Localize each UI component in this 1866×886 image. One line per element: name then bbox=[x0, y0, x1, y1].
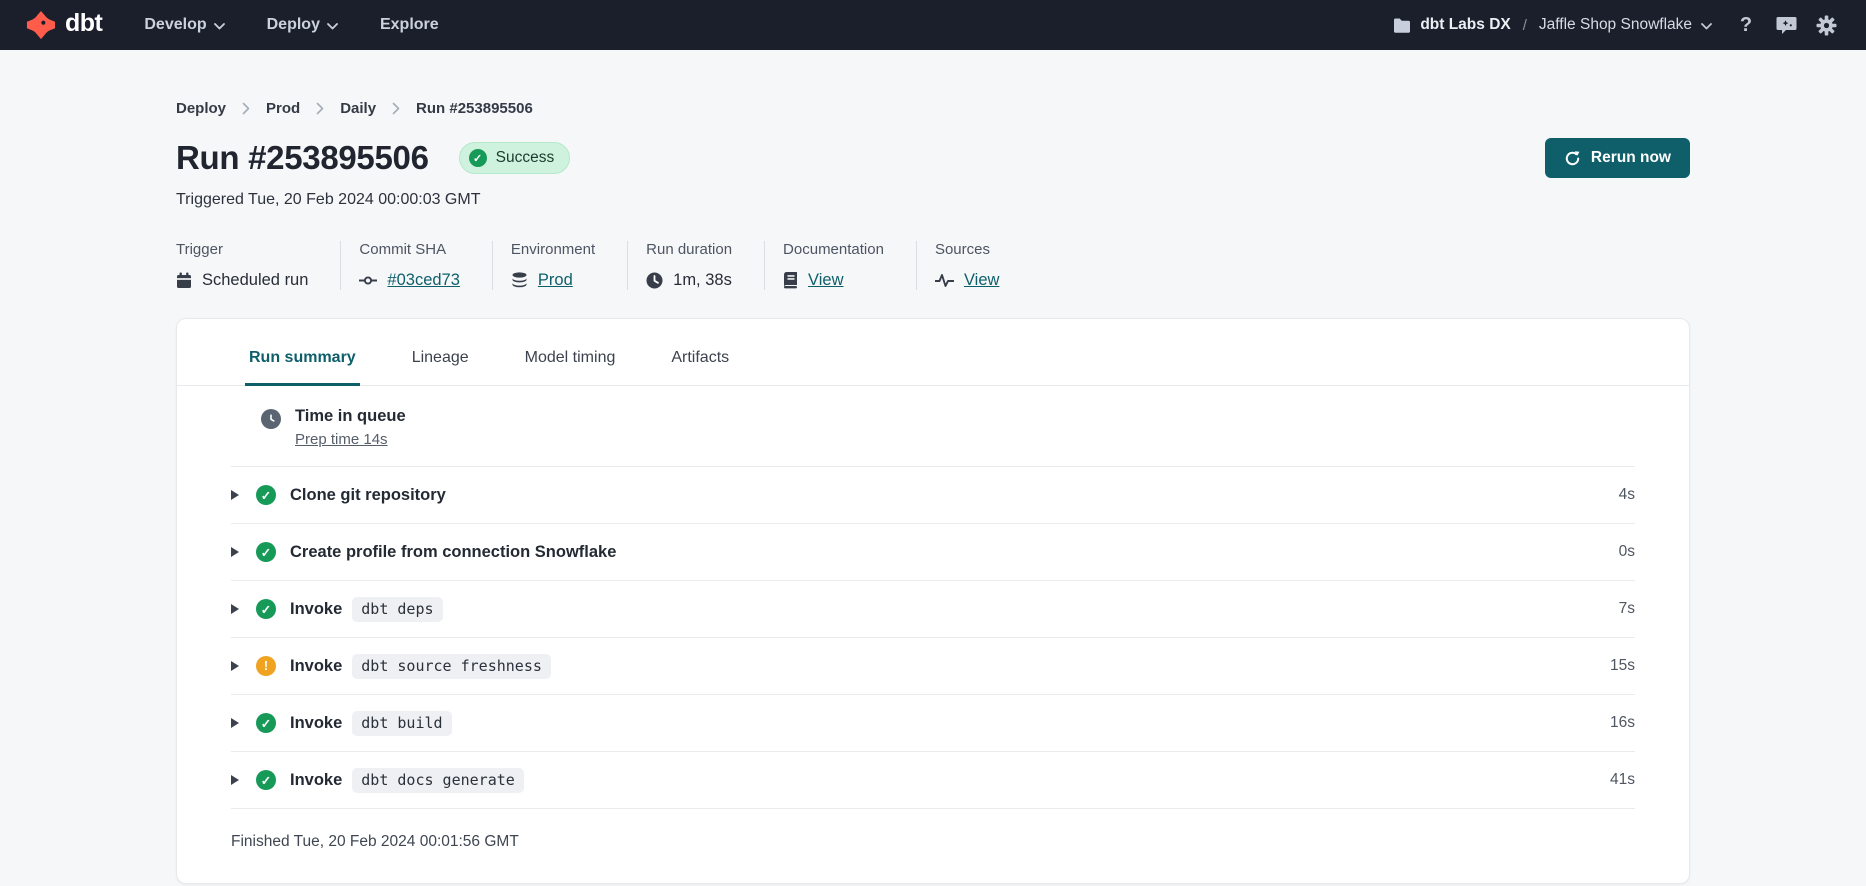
step-duration: 7s bbox=[1619, 600, 1635, 618]
trigger-value: Scheduled run bbox=[202, 271, 308, 290]
step-duration: 41s bbox=[1610, 771, 1635, 789]
run-summary-card: Run summary Lineage Model timing Artifac… bbox=[176, 318, 1690, 884]
chevron-right-icon bbox=[316, 102, 324, 115]
nav-develop[interactable]: Develop bbox=[144, 16, 224, 34]
command-chip: dbt build bbox=[352, 711, 451, 736]
database-icon bbox=[511, 272, 528, 289]
nav-deploy[interactable]: Deploy bbox=[267, 16, 338, 34]
environment-link[interactable]: Prod bbox=[538, 271, 573, 290]
status-badge: Success bbox=[459, 142, 571, 174]
gear-icon bbox=[1816, 15, 1837, 36]
help-button[interactable]: ? bbox=[1732, 11, 1760, 39]
breadcrumb-deploy[interactable]: Deploy bbox=[176, 100, 226, 117]
nav-right: dbt Labs DX / Jaffle Shop Snowflake ? bbox=[1393, 11, 1840, 39]
time-in-queue-row: Time in queue Prep time 14s bbox=[231, 386, 1635, 466]
expand-triangle-icon[interactable] bbox=[231, 490, 239, 500]
step-duration: 0s bbox=[1619, 543, 1635, 561]
chat-bubble-icon bbox=[1776, 16, 1797, 35]
status-icon bbox=[256, 485, 276, 505]
sources-view-link[interactable]: View bbox=[964, 271, 999, 290]
book-icon bbox=[783, 272, 798, 289]
prep-time-link[interactable]: Prep time 14s bbox=[295, 431, 388, 448]
pulse-icon bbox=[935, 273, 954, 288]
tab-lineage[interactable]: Lineage bbox=[408, 349, 473, 386]
status-icon bbox=[256, 542, 276, 562]
step-invoke-dbt-docs-generate[interactable]: Invoke dbt docs generate 41s bbox=[231, 751, 1635, 808]
chevron-down-icon bbox=[327, 23, 338, 30]
git-commit-icon bbox=[359, 272, 377, 289]
step-duration: 15s bbox=[1610, 657, 1635, 675]
calendar-icon bbox=[176, 272, 192, 289]
step-duration: 16s bbox=[1610, 714, 1635, 732]
breadcrumb: Deploy Prod Daily Run #253895506 bbox=[176, 100, 1690, 117]
run-detail-page: Deploy Prod Daily Run #253895506 Run #25… bbox=[0, 100, 1866, 884]
dbt-logo[interactable]: dbt bbox=[26, 10, 102, 40]
status-icon bbox=[256, 713, 276, 733]
chevron-right-icon bbox=[242, 102, 250, 115]
project-name: Jaffle Shop Snowflake bbox=[1539, 16, 1692, 34]
run-meta-row: Trigger Scheduled run Commit SHA #03ced7… bbox=[176, 241, 1690, 290]
rerun-now-button[interactable]: Rerun now bbox=[1545, 138, 1690, 178]
nav-menu: Develop Deploy Explore bbox=[144, 16, 438, 34]
page-title: Run #253895506 bbox=[176, 139, 429, 177]
command-chip: dbt docs generate bbox=[352, 768, 524, 793]
step-create-profile[interactable]: Create profile from connection Snowflake… bbox=[231, 523, 1635, 580]
breadcrumb-prod[interactable]: Prod bbox=[266, 100, 300, 117]
meta-environment: Environment Prod bbox=[511, 241, 628, 290]
command-chip: dbt source freshness bbox=[352, 654, 551, 679]
status-icon bbox=[256, 599, 276, 619]
meta-trigger: Trigger Scheduled run bbox=[176, 241, 341, 290]
triggered-timestamp: Triggered Tue, 20 Feb 2024 00:00:03 GMT bbox=[176, 191, 1690, 209]
breadcrumb-daily[interactable]: Daily bbox=[340, 100, 376, 117]
refresh-icon bbox=[1564, 150, 1581, 167]
step-invoke-dbt-deps[interactable]: Invoke dbt deps 7s bbox=[231, 580, 1635, 637]
nav-explore[interactable]: Explore bbox=[380, 16, 439, 34]
meta-commit-sha: Commit SHA #03ced73 bbox=[359, 241, 493, 290]
status-icon bbox=[256, 770, 276, 790]
step-invoke-dbt-source-freshness[interactable]: Invoke dbt source freshness 15s bbox=[231, 637, 1635, 694]
expand-triangle-icon[interactable] bbox=[231, 775, 239, 785]
account-name: dbt Labs DX bbox=[1420, 16, 1510, 34]
check-circle-icon bbox=[469, 149, 487, 167]
expand-triangle-icon[interactable] bbox=[231, 604, 239, 614]
time-in-queue-title: Time in queue bbox=[295, 407, 406, 426]
meta-documentation: Documentation View bbox=[783, 241, 917, 290]
expand-triangle-icon[interactable] bbox=[231, 718, 239, 728]
breadcrumb-current-run: Run #253895506 bbox=[416, 100, 533, 117]
chevron-down-icon bbox=[214, 23, 225, 30]
tab-artifacts[interactable]: Artifacts bbox=[667, 349, 733, 386]
meta-run-duration: Run duration 1m, 38s bbox=[646, 241, 765, 290]
status-icon bbox=[256, 656, 276, 676]
account-separator: / bbox=[1520, 17, 1530, 34]
step-invoke-dbt-build[interactable]: Invoke dbt build 16s bbox=[231, 694, 1635, 751]
folder-icon bbox=[1393, 18, 1411, 33]
commit-sha-link[interactable]: #03ced73 bbox=[387, 271, 460, 290]
title-row: Run #253895506 Success Rerun now bbox=[176, 138, 1690, 178]
clock-icon bbox=[646, 272, 663, 289]
dbt-wordmark: dbt bbox=[65, 11, 102, 39]
documentation-view-link[interactable]: View bbox=[808, 271, 843, 290]
chevron-right-icon bbox=[392, 102, 400, 115]
tab-run-summary[interactable]: Run summary bbox=[245, 349, 360, 386]
run-duration-value: 1m, 38s bbox=[673, 271, 732, 290]
chevron-down-icon bbox=[1701, 23, 1712, 30]
expand-triangle-icon[interactable] bbox=[231, 661, 239, 671]
expand-triangle-icon[interactable] bbox=[231, 547, 239, 557]
dbt-logo-icon bbox=[26, 10, 56, 40]
step-duration: 4s bbox=[1619, 486, 1635, 504]
feedback-button[interactable] bbox=[1772, 11, 1800, 39]
settings-button[interactable] bbox=[1812, 11, 1840, 39]
meta-sources: Sources View bbox=[935, 241, 1031, 290]
command-chip: dbt deps bbox=[352, 597, 442, 622]
account-project-switcher[interactable]: dbt Labs DX / Jaffle Shop Snowflake bbox=[1393, 16, 1712, 34]
clock-icon bbox=[261, 409, 281, 429]
step-clone-git-repository[interactable]: Clone git repository 4s bbox=[231, 466, 1635, 523]
tab-model-timing[interactable]: Model timing bbox=[521, 349, 620, 386]
tab-bar: Run summary Lineage Model timing Artifac… bbox=[177, 319, 1689, 386]
top-navbar: dbt Develop Deploy Explore dbt Labs DX /… bbox=[0, 0, 1866, 50]
finished-timestamp: Finished Tue, 20 Feb 2024 00:01:56 GMT bbox=[231, 808, 1635, 877]
question-mark-icon: ? bbox=[1740, 14, 1752, 37]
